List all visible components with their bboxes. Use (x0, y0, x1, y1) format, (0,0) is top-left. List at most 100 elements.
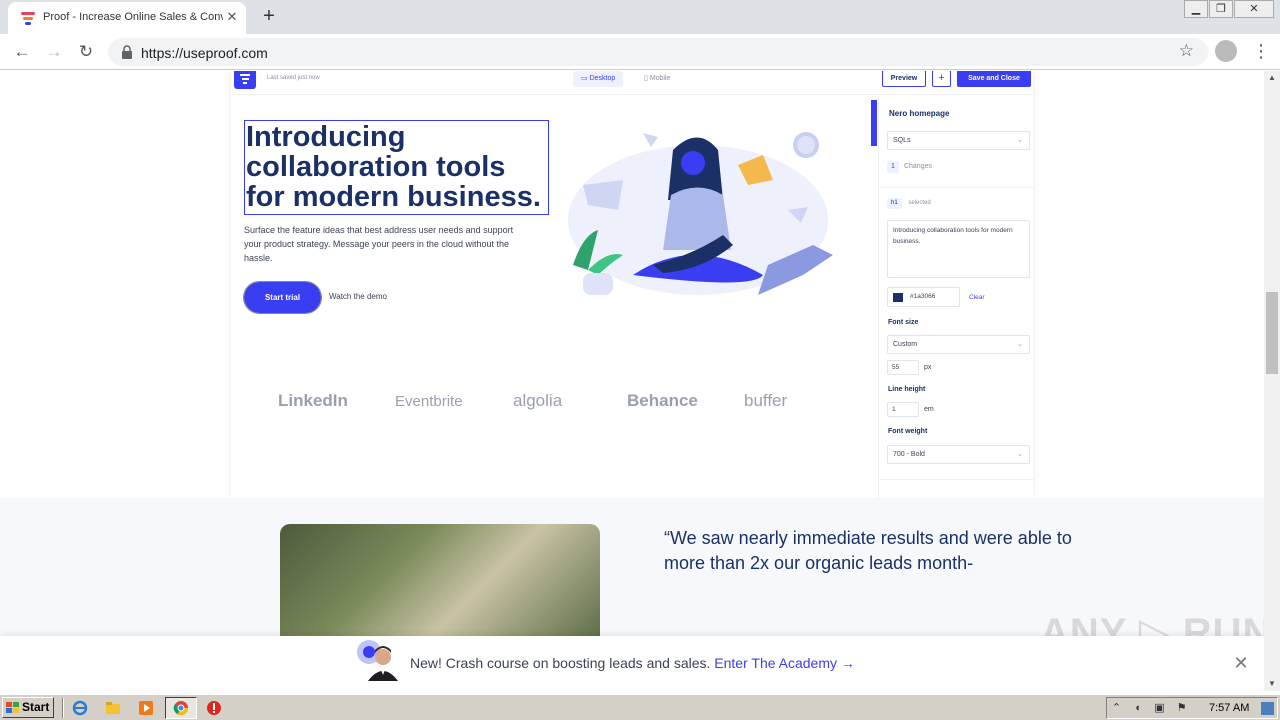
tab-mobile[interactable]: ▯ Mobile (636, 71, 678, 87)
media-player-icon[interactable] (138, 700, 154, 716)
panel-accent-bar (871, 100, 877, 146)
new-tab-button[interactable]: + (258, 5, 280, 27)
lock-icon (122, 45, 132, 59)
save-and-close-button[interactable]: Save and Close (957, 71, 1031, 87)
tab-desktop-label: Desktop (589, 75, 616, 82)
address-bar[interactable]: https://useproof.com ☆ (108, 38, 1208, 66)
file-explorer-icon[interactable] (105, 700, 121, 716)
proof-logo-icon (234, 71, 256, 89)
stop-icon[interactable] (206, 700, 222, 716)
font-size-mode-select[interactable]: Custom ⌄ (887, 335, 1030, 354)
volume-icon[interactable]: ◖ (1131, 702, 1144, 715)
font-weight-label: Font weight (888, 428, 928, 435)
academy-banner: New! Crash course on boosting leads and … (0, 636, 1264, 691)
color-hex-value: #1a3066 (910, 293, 936, 300)
color-swatch (893, 293, 903, 302)
browser-menu-icon[interactable]: ⋮ (1252, 40, 1270, 62)
hero-subtext: Surface the feature ideas that best addr… (244, 225, 514, 263)
proof-favicon-icon (21, 12, 35, 25)
preview-button[interactable]: Preview (882, 71, 926, 87)
line-height-input[interactable]: 1 (887, 402, 919, 417)
minimize-button[interactable]: ▁ (1184, 0, 1208, 18)
font-size-unit: px (924, 364, 932, 371)
changes-label: Changes (903, 163, 932, 170)
windows-taskbar: Start ⌃ ◖ ▣ ⚑ 7:57 AM (0, 694, 1280, 720)
banner-close-icon[interactable]: ✕ (1232, 654, 1250, 672)
reload-icon[interactable]: ↻ (74, 40, 98, 64)
customer-logos: LinkedIn Eventbrite algolia Behance buff… (278, 391, 838, 415)
taskbar-clock[interactable]: 7:57 AM (1209, 702, 1249, 714)
meditation-illustration (568, 132, 833, 295)
banner-text: New! Crash course on boosting leads and … (410, 655, 711, 671)
browser-toolbar: ← → ↻ https://useproof.com ☆ (0, 34, 1280, 70)
show-desktop-icon[interactable] (1261, 702, 1274, 715)
tray-expand-icon[interactable]: ⌃ (1110, 702, 1123, 715)
customer-photo (280, 524, 600, 644)
font-size-input[interactable]: 55 (887, 360, 919, 375)
chevron-down-icon: ⌄ (1017, 137, 1023, 144)
color-picker[interactable]: #1a3066 (887, 287, 960, 307)
clear-color-link[interactable]: Clear (969, 294, 985, 301)
start-button[interactable]: Start (2, 697, 54, 718)
logo-buffer: buffer (744, 391, 788, 410)
tag-badge: h1 (887, 198, 902, 209)
panel-divider (879, 479, 1034, 480)
browser-tab-strip: Proof - Increase Online Sales & Conv ✕ +… (0, 0, 1280, 34)
panel-title: Nero homepage (889, 109, 950, 118)
back-icon[interactable]: ← (10, 40, 34, 64)
panel-divider (879, 187, 1034, 188)
testimonial-quote: “We saw nearly immediate results and wer… (664, 528, 1072, 573)
chrome-taskbar-button[interactable] (165, 697, 197, 719)
font-size-label: Font size (888, 319, 919, 326)
line-height-label: Line height (888, 386, 926, 393)
tab-desktop[interactable]: ▭ Desktop (573, 71, 624, 87)
font-size-mode-value: Custom (893, 341, 918, 348)
action-center-flag-icon[interactable]: ⚑ (1175, 702, 1188, 715)
add-button[interactable]: + (932, 71, 951, 87)
font-weight-value: 700 - Bold (893, 451, 925, 458)
restore-button[interactable]: ❐ (1209, 0, 1233, 18)
page-viewport: Last saved just now ▭ Desktop ▯ Mobile P… (0, 71, 1264, 691)
watch-demo-link[interactable]: Watch the demo (329, 292, 387, 301)
start-label: Start (22, 700, 50, 714)
taskbar-separator (62, 698, 64, 718)
close-window-button[interactable]: ✕ (1234, 0, 1274, 18)
bookmark-star-icon[interactable]: ☆ (1179, 41, 1194, 61)
scroll-thumb[interactable] (1266, 292, 1278, 374)
logo-linkedin: LinkedIn (278, 391, 348, 410)
academy-link[interactable]: Enter The Academy → (714, 655, 855, 671)
tab-mobile-label: Mobile (649, 75, 671, 82)
segment-select[interactable]: SQLs ⌄ (887, 131, 1030, 150)
profile-avatar-icon[interactable] (1215, 40, 1237, 62)
text-content-field[interactable]: Introducing collaboration tools for mode… (887, 220, 1030, 278)
forward-icon[interactable]: → (42, 40, 66, 64)
last-saved-status: Last saved just now (267, 75, 320, 81)
url-text: https://useproof.com (141, 45, 268, 61)
line-height-unit: em (924, 406, 934, 413)
windows-flag-icon (6, 702, 19, 713)
network-icon[interactable]: ▣ (1153, 702, 1166, 715)
hero-headline[interactable]: Introducing collaboration tools for mode… (244, 120, 549, 215)
desktop-icon: ▭ (581, 75, 588, 82)
chrome-icon (173, 701, 188, 715)
chevron-down-icon: ⌄ (1017, 451, 1023, 458)
scroll-down-icon[interactable]: ▼ (1264, 677, 1280, 691)
tag-state: selected (908, 200, 931, 206)
segment-value: SQLs (893, 137, 911, 144)
font-weight-select[interactable]: 700 - Bold ⌄ (887, 445, 1030, 464)
tab-title: Proof - Increase Online Sales & Conv (43, 11, 223, 23)
chevron-down-icon: ⌄ (1017, 341, 1023, 348)
changes-indicator[interactable]: 1 Changes (887, 161, 932, 173)
selected-tag: h1 selected (887, 198, 931, 209)
settings-panel: Nero homepage SQLs ⌄ 1 Changes h1 select… (878, 97, 1034, 498)
page-scrollbar[interactable]: ▲ ▼ (1264, 71, 1280, 691)
scroll-up-icon[interactable]: ▲ (1264, 71, 1280, 85)
changes-count: 1 (887, 161, 899, 173)
logo-eventbrite: Eventbrite (395, 393, 463, 410)
browser-tab[interactable]: Proof - Increase Online Sales & Conv ✕ (8, 2, 246, 34)
start-trial-button[interactable]: Start trial (243, 281, 322, 314)
internet-explorer-icon[interactable] (72, 700, 88, 716)
logo-behance: Behance (627, 391, 698, 410)
tab-close-icon[interactable]: ✕ (224, 9, 240, 25)
banner-message: New! Crash course on boosting leads and … (410, 655, 855, 671)
